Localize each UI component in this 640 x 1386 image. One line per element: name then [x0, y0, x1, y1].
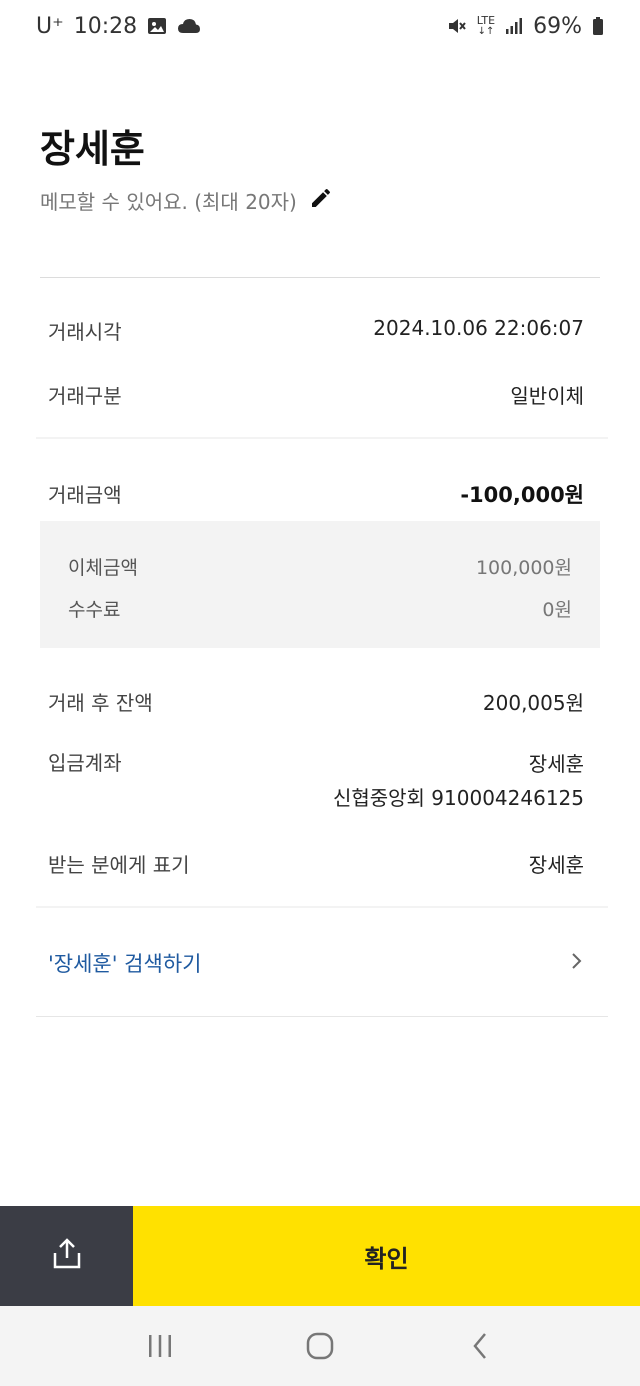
- fee-value: 0원: [542, 599, 572, 621]
- transfer-amount-label: 이체금액: [68, 557, 138, 579]
- search-recipient-label[interactable]: '장세훈' 검색하기: [48, 948, 201, 978]
- status-bar: U⁺ 10:28 LTE ↓↑ 69%: [0, 0, 640, 52]
- pencil-icon[interactable]: [309, 186, 333, 215]
- navigation-bar: [0, 1306, 640, 1386]
- cloud-icon: [177, 18, 201, 34]
- transaction-time-value: 2024.10.06 22:06:07: [373, 316, 584, 340]
- data-arrows-icon: ↓↑: [477, 26, 495, 37]
- row-deposit-account: 입금계좌 장세훈 신협중앙회 910004246125: [48, 747, 584, 815]
- signal-icon: [505, 17, 523, 35]
- amount-breakdown-box: [40, 521, 600, 648]
- confirm-button[interactable]: 확인: [133, 1206, 640, 1306]
- account-holder-name: 장세훈: [528, 752, 584, 776]
- account-bank-number: 신협중앙회 910004246125: [332, 786, 584, 810]
- row-transaction-amount: 거래금액 -100,000원: [48, 479, 584, 509]
- row-balance: 거래 후 잔액 200,005원: [48, 687, 584, 716]
- section-divider: [36, 437, 608, 439]
- image-icon: [147, 16, 167, 36]
- home-button[interactable]: [290, 1316, 350, 1376]
- status-left: U⁺ 10:28: [36, 14, 201, 39]
- deposit-account-value: 장세훈 신협중앙회 910004246125: [333, 747, 584, 815]
- transaction-type-label: 거래구분: [48, 384, 122, 408]
- header-divider: [40, 277, 600, 278]
- mute-icon: [447, 16, 467, 36]
- row-transfer-amount: 이체금액 100,000원: [68, 553, 572, 580]
- status-right: LTE ↓↑ 69%: [447, 14, 604, 39]
- row-transaction-type: 거래구분 일반이체: [48, 380, 584, 409]
- battery-icon: [592, 16, 604, 36]
- deposit-account-label: 입금계좌: [48, 751, 122, 775]
- network-indicator: LTE ↓↑: [477, 15, 495, 37]
- back-button[interactable]: [450, 1316, 510, 1376]
- display-name-label: 받는 분에게 표기: [48, 853, 190, 877]
- memo-field[interactable]: 메모할 수 있어요. (최대 20자): [40, 186, 333, 215]
- recipient-name-title: 장세훈: [40, 127, 145, 171]
- share-button[interactable]: [0, 1206, 133, 1306]
- balance-label: 거래 후 잔액: [48, 691, 153, 715]
- transfer-amount-value: 100,000원: [475, 557, 572, 579]
- search-divider: [36, 1016, 608, 1017]
- search-recipient-link[interactable]: '장세훈' 검색하기: [48, 948, 584, 978]
- clock: 10:28: [73, 13, 138, 39]
- row-display-name: 받는 분에게 표기 장세훈: [48, 849, 584, 878]
- transaction-type-value: 일반이체: [510, 384, 584, 408]
- transaction-time-label: 거래시각: [48, 320, 122, 344]
- row-transaction-time: 거래시각 2024.10.06 22:06:07: [48, 316, 584, 345]
- transaction-amount-label: 거래금액: [48, 483, 122, 507]
- section-divider-2: [36, 906, 608, 908]
- transaction-amount-value: -100,000원: [460, 483, 584, 507]
- recent-apps-button[interactable]: [130, 1316, 190, 1376]
- display-name-value: 장세훈: [528, 853, 584, 877]
- battery-percent: 69%: [533, 13, 582, 39]
- share-icon[interactable]: [50, 1237, 84, 1275]
- memo-placeholder[interactable]: 메모할 수 있어요. (최대 20자): [40, 186, 297, 215]
- chevron-right-icon[interactable]: [570, 951, 584, 976]
- balance-value: 200,005원: [482, 691, 584, 715]
- network-label: LTE: [476, 14, 496, 27]
- row-fee: 수수료 0원: [68, 595, 572, 622]
- carrier-label: U⁺: [36, 13, 64, 39]
- fee-label: 수수료: [68, 599, 121, 621]
